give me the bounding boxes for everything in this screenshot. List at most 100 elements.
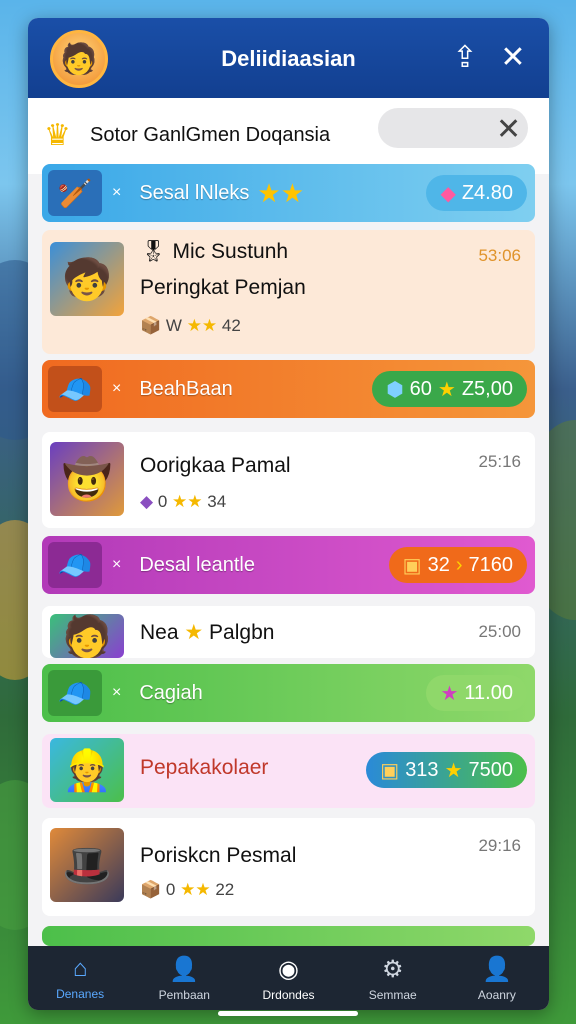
score-badge: ★ 11.00 (426, 675, 527, 711)
profile-icon: 👤 (481, 955, 512, 983)
nav-label: Pembaan (158, 987, 210, 1002)
player-thumbnail: 🧑 (50, 614, 124, 658)
star-icon: ★ (437, 378, 456, 401)
star-icon: ★ (184, 621, 204, 644)
score-badge: ⬢ 60 ★ Z5,00 (372, 371, 527, 407)
player-title-text: Nea (140, 621, 179, 644)
crown-icon: ♛ (44, 119, 71, 152)
score-value: 60 (409, 377, 432, 400)
player-thumbnail: 👷 (50, 738, 124, 802)
bottom-nav: ⌂ Denanes 👤 Pembaan ◉ Drdondes ⚙ Semmae … (28, 946, 549, 1010)
crate-icon: 📦 (140, 316, 162, 335)
player-subtitle: Peringkat Pemjan (140, 276, 306, 299)
stars-icon: ★★ (257, 177, 305, 208)
stars-icon: ★★ (172, 492, 203, 511)
multiply-icon: × (112, 556, 122, 573)
list-item[interactable]: 🧒 🎖 Mic Sustunh Peringkat Pemjan 📦 W ★★ … (42, 230, 535, 354)
cube-icon: ⬢ (386, 378, 404, 401)
multiply-icon: × (112, 380, 122, 397)
user-icon: 👤 (169, 955, 200, 983)
medal-icon: 🎖 (140, 240, 167, 263)
stats-value: W (165, 316, 182, 335)
list-item[interactable]: 🧑 Nea ★ Palgbn 25:00 (42, 606, 535, 658)
score-value: 34 (207, 492, 227, 511)
crate-icon: 📦 (140, 880, 162, 899)
nav-explore[interactable]: ◉ Drdondes (236, 946, 340, 1010)
search-label: Sotor GanlGmen Doqansia (90, 124, 331, 146)
player-title-text: Palgbn (209, 621, 275, 644)
stars-icon: ★★ (186, 316, 218, 335)
multiply-icon: × (112, 184, 122, 201)
player-name: Desal leantle (139, 553, 255, 576)
player-thumbnail: 🎩 (50, 828, 124, 902)
gear-icon: ⚙ (381, 955, 404, 983)
crate-icon: ▣ (402, 554, 422, 577)
player-stats: ◆ 0 ★★ 34 (140, 492, 226, 512)
list-item[interactable]: 🧢 × BeahBaan ⬢ 60 ★ Z5,00 (42, 360, 535, 418)
player-title: Nea ★ Palgbn (140, 620, 274, 645)
list-item[interactable]: 🏏 × Sesal lNleks ★★ ◆ Z4.80 (42, 164, 535, 222)
search-bar: ♛ Sotor GanlGmen Doqansia ✕ (28, 98, 549, 174)
player-name: Sesal lNleks (139, 181, 250, 204)
clear-search-icon[interactable]: ✕ (496, 112, 521, 147)
stats-value: 0 (157, 492, 168, 511)
player-title: Poriskcn Pesmal (140, 844, 297, 867)
score-value: 7160 (468, 553, 514, 576)
nav-settings[interactable]: ⚙ Semmae (341, 946, 445, 1010)
player-icon: 🏏 (48, 170, 102, 216)
player-stats: 📦 0 ★★ 22 (140, 880, 234, 900)
list-item[interactable]: 🎩 Poriskcn Pesmal 📦 0 ★★ 22 29:16 (42, 818, 535, 916)
player-icon: 🧢 (48, 670, 102, 716)
score-value: Z4.80 (461, 181, 513, 204)
player-thumbnail: 🧒 (50, 242, 124, 316)
nav-home[interactable]: ⌂ Denanes (28, 946, 132, 1010)
nav-label: Denanes (56, 987, 105, 1001)
score-value: 7500 (468, 758, 514, 781)
list-item[interactable] (42, 926, 535, 946)
nav-label: Semmae (368, 987, 417, 1002)
leaderboard-panel: 🧑 Deliidiaasian ⇪ ✕ ♛ Sotor GanlGmen Doq… (28, 18, 549, 1010)
list-item[interactable]: 👷 Pepakakolaer ▣ 313 ★ 7500 (42, 734, 535, 808)
player-title: 🎖 Mic Sustunh (140, 240, 288, 264)
player-icon: 🧢 (48, 542, 102, 588)
player-thumbnail: 🤠 (50, 442, 124, 516)
player-title: Pepakakolaer (140, 756, 269, 779)
time-label: 29:16 (478, 836, 521, 855)
compass-icon: ◉ (278, 955, 299, 983)
player-icon: 🧢 (48, 366, 102, 412)
star-icon: ★ (440, 682, 459, 705)
crate-icon: ▣ (380, 759, 400, 782)
gem-icon: ◆ (440, 182, 456, 205)
stats-value: 0 (165, 880, 176, 899)
header-bar: 🧑 Deliidiaasian ⇪ ✕ (28, 18, 549, 98)
gem-icon: ◆ (140, 492, 154, 511)
star-icon: ★ (444, 759, 463, 782)
time-label: 53:06 (478, 246, 521, 265)
nav-players[interactable]: 👤 Pembaan (132, 946, 236, 1010)
close-icon[interactable]: ✕ (496, 40, 530, 74)
nav-label: Aoanry (477, 987, 516, 1002)
arrow-icon: › (455, 553, 463, 576)
time-label: 25:00 (478, 622, 521, 641)
nav-label: Drdondes (262, 987, 315, 1002)
score-badge: ◆ Z4.80 (426, 175, 527, 211)
list-item[interactable]: 🤠 Oorigkaa Pamal ◆ 0 ★★ 34 25:16 (42, 432, 535, 528)
score-value: Z5,00 (461, 377, 513, 400)
player-name: Cagiah (139, 681, 203, 704)
home-icon: ⌂ (72, 955, 88, 982)
nav-account[interactable]: 👤 Aoanry (445, 946, 549, 1010)
stars-icon: ★★ (180, 880, 211, 899)
score-badge: ▣ 32 › 7160 (388, 547, 527, 583)
player-title: Oorigkaa Pamal (140, 454, 291, 477)
score-value: 11.00 (464, 681, 513, 704)
score-badge: ▣ 313 ★ 7500 (366, 752, 527, 788)
list-item[interactable]: 🧢 × Desal leantle ▣ 32 › 7160 (42, 536, 535, 594)
time-label: 25:16 (478, 452, 521, 471)
score-value: 313 (405, 758, 439, 781)
multiply-icon: × (112, 684, 122, 701)
player-name: BeahBaan (139, 377, 233, 400)
score-value: 22 (215, 880, 235, 899)
list-item[interactable]: 🧢 × Cagiah ★ 11.00 (42, 664, 535, 722)
share-icon[interactable]: ⇪ (448, 40, 482, 74)
score-value: 42 (221, 316, 241, 335)
